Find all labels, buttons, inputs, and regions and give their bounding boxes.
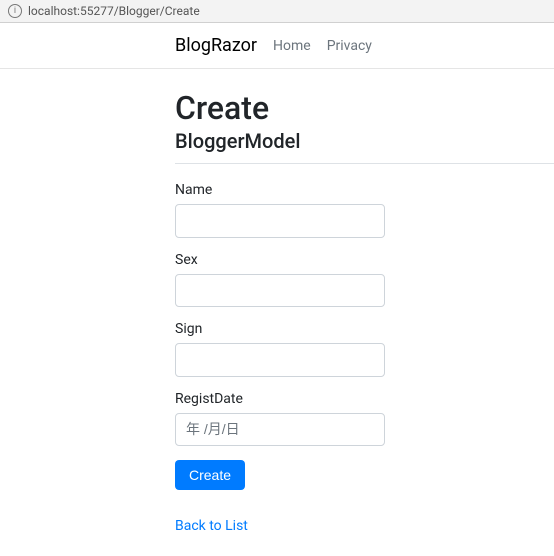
back-to-list-link[interactable]: Back to List — [175, 518, 248, 534]
sign-input[interactable] — [175, 343, 385, 377]
sex-input[interactable] — [175, 274, 385, 308]
divider — [175, 163, 554, 164]
form-group-registdate: RegistDate — [175, 391, 554, 447]
name-input[interactable] — [175, 204, 385, 238]
nav-link-privacy[interactable]: Privacy — [327, 38, 372, 54]
form-group-name: Name — [175, 182, 554, 238]
url-text: localhost:55277/Blogger/Create — [28, 4, 200, 18]
main: Create BloggerModel Name Sex Sign Regist… — [175, 69, 554, 534]
navbar: BlogRazor Home Privacy — [0, 23, 554, 69]
create-form: Name Sex Sign RegistDate Create — [175, 182, 554, 490]
brand-link[interactable]: BlogRazor — [175, 35, 257, 56]
browser-address-bar[interactable]: i localhost:55277/Blogger/Create — [0, 0, 554, 23]
info-icon: i — [8, 4, 22, 18]
page-subtitle: BloggerModel — [175, 129, 554, 153]
sex-label: Sex — [175, 252, 554, 268]
registdate-label: RegistDate — [175, 391, 554, 407]
form-group-submit: Create — [175, 460, 554, 490]
form-group-sign: Sign — [175, 321, 554, 377]
registdate-input[interactable] — [175, 413, 385, 447]
page-title: Create — [175, 89, 554, 127]
create-button[interactable]: Create — [175, 460, 245, 490]
nav-link-home[interactable]: Home — [273, 38, 311, 54]
form-group-sex: Sex — [175, 252, 554, 308]
name-label: Name — [175, 182, 554, 198]
sign-label: Sign — [175, 321, 554, 337]
